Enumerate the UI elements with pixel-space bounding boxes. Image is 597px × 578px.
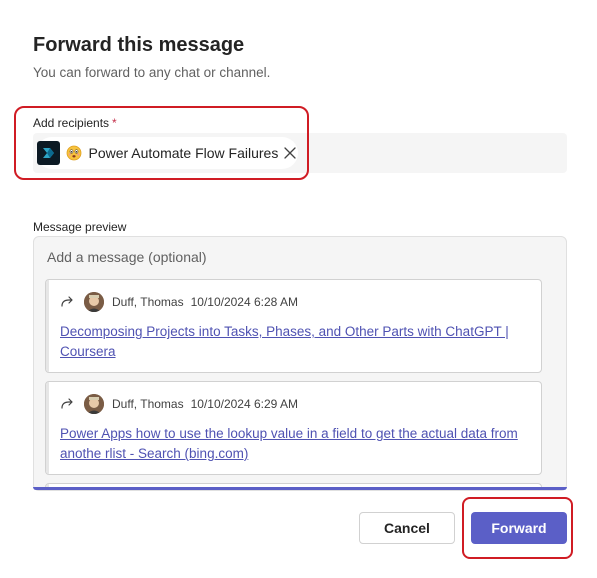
recipient-chip-label: Power Automate Flow Failures [88,145,279,161]
forward-button[interactable]: Forward [471,512,567,544]
avatar [84,394,104,414]
card-accent-bar [46,280,49,372]
card-accent-bar [46,382,49,474]
message-preview-box: Add a message (optional) Duff, Thomas 10… [33,236,567,491]
dialog-title: Forward this message [33,34,245,56]
close-icon[interactable] [282,145,298,161]
recipients-label: Add recipients * [33,116,117,130]
power-automate-icon [37,141,61,165]
avatar [84,292,104,312]
forward-arrow-icon [60,396,76,412]
message-link[interactable]: Decomposing Projects into Tasks, Phases,… [60,322,530,362]
recipient-chip[interactable]: Power Automate Flow Failures [36,137,298,169]
message-link[interactable]: Power Apps how to use the lookup value i… [60,424,530,464]
preview-focus-underline [33,487,567,490]
forward-arrow-icon [60,294,76,310]
sender-name: Duff, Thomas [112,397,184,411]
required-marker: * [112,116,117,130]
add-message-input[interactable]: Add a message (optional) [47,249,207,265]
dialog-subtitle: You can forward to any chat or channel. [33,65,271,80]
forwarded-message-card: Duff, Thomas 10/10/2024 6:28 AM Decompos… [45,279,542,373]
face-emoji-icon [66,145,82,161]
card-header: Duff, Thomas 10/10/2024 6:29 AM [60,394,298,414]
recipients-input[interactable]: Power Automate Flow Failures [33,133,567,173]
card-header: Duff, Thomas 10/10/2024 6:28 AM [60,292,298,312]
preview-label: Message preview [33,220,127,234]
message-timestamp: 10/10/2024 6:29 AM [190,397,299,411]
forwarded-message-card: Duff, Thomas 10/10/2024 6:29 AM Power Ap… [45,381,542,475]
cancel-button[interactable]: Cancel [359,512,455,544]
forward-message-dialog: Forward this message You can forward to … [0,0,597,578]
message-timestamp: 10/10/2024 6:28 AM [190,295,299,309]
sender-name: Duff, Thomas [112,295,184,309]
